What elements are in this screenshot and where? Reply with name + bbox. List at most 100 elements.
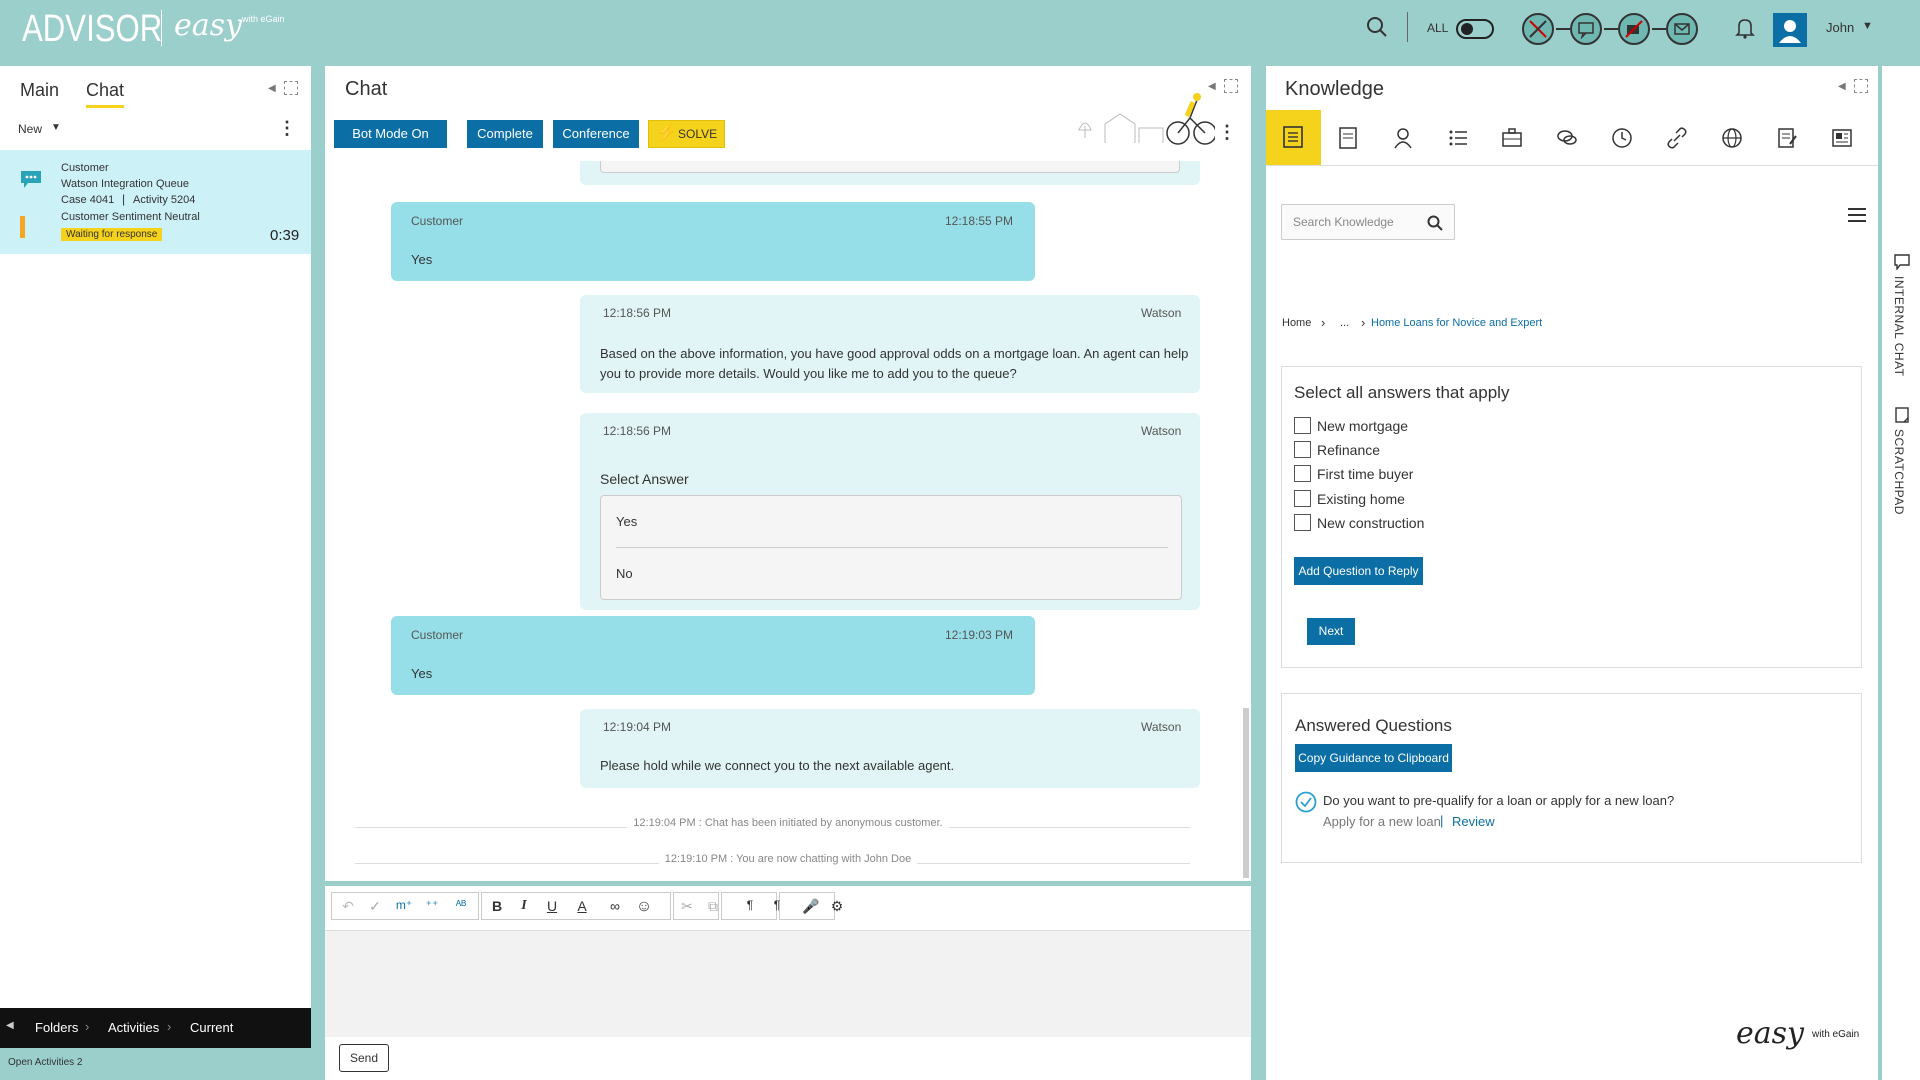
search-knowledge-input[interactable]: Search Knowledge xyxy=(1281,204,1455,240)
settings-icon[interactable]: ⚙ xyxy=(826,898,848,915)
message-sender: Customer xyxy=(411,628,464,642)
tab-notes-icon[interactable] xyxy=(1775,126,1799,150)
tab-person-icon[interactable] xyxy=(1391,126,1415,150)
expand-icon[interactable] xyxy=(1224,79,1238,93)
add-question-button[interactable]: Add Question to Reply xyxy=(1294,557,1423,585)
menu-icon[interactable] xyxy=(1848,208,1866,225)
breadcrumb-current[interactable]: Home Loans for Novice and Expert xyxy=(1371,317,1542,329)
chat-scrollbar[interactable] xyxy=(1243,708,1249,878)
tab-globe-icon[interactable] xyxy=(1720,126,1744,150)
checkbox-existing-home[interactable] xyxy=(1294,490,1311,507)
send-button[interactable]: Send xyxy=(339,1044,389,1072)
top-bar: ADVISOR easy with eGain ALL John ▼ xyxy=(0,0,1920,62)
review-link[interactable]: Review xyxy=(1452,814,1495,829)
answer-option-yes[interactable]: Yes xyxy=(616,514,637,529)
chat-transcript: Customer 12:18:55 PM Yes 12:18:56 PM Wat… xyxy=(325,161,1251,881)
tab-news-icon[interactable] xyxy=(1830,126,1854,150)
bold-icon[interactable]: B xyxy=(486,898,508,914)
tab-conversation-icon[interactable] xyxy=(1555,126,1579,150)
message-bubble xyxy=(580,161,1200,185)
tab-link-icon[interactable] xyxy=(1665,126,1689,150)
solve-button[interactable]: ⚡ SOLVE xyxy=(648,120,725,148)
answered-question-text: Do you want to pre-qualify for a loan or… xyxy=(1323,793,1675,808)
breadcrumb-home[interactable]: Home xyxy=(1282,317,1311,329)
copy-guidance-button[interactable]: Copy Guidance to Clipboard xyxy=(1295,744,1452,772)
conference-button[interactable]: Conference xyxy=(553,120,639,148)
search-icon[interactable] xyxy=(1366,16,1388,41)
filter-dropdown[interactable]: New xyxy=(18,122,42,136)
option-label: First time buyer xyxy=(1317,466,1414,482)
more-options-icon[interactable]: ⋮ xyxy=(1218,122,1236,143)
tab-briefcase-icon[interactable] xyxy=(1500,126,1524,150)
tab-chat[interactable]: Chat xyxy=(86,80,125,108)
undo-icon[interactable]: ↶ xyxy=(337,898,359,915)
nav-current[interactable]: Current xyxy=(190,1020,233,1035)
checkbox-new-construction[interactable] xyxy=(1294,514,1311,531)
clear-format-icon[interactable]: ✓ xyxy=(364,898,386,915)
checkbox-new-mortgage[interactable] xyxy=(1294,417,1311,434)
bell-icon[interactable] xyxy=(1735,17,1755,42)
side-tools-strip: INTERNAL CHAT SCRATCHPAD xyxy=(1882,66,1920,1080)
more-options-icon[interactable]: ⋮ xyxy=(278,118,296,139)
nav-separator-icon: › xyxy=(85,1019,90,1034)
email-channel-icon[interactable] xyxy=(1666,13,1698,45)
font-color-icon[interactable]: A xyxy=(571,898,593,914)
activity-item[interactable]: Customer Watson Integration Queue Case 4… xyxy=(0,150,311,254)
user-avatar-icon[interactable] xyxy=(1773,13,1807,47)
chevron-down-icon[interactable]: ▼ xyxy=(51,122,61,133)
collapse-left-icon[interactable]: ◀ xyxy=(268,83,276,94)
video-channel-icon[interactable] xyxy=(1618,13,1650,45)
chat-channel-icon[interactable] xyxy=(1570,13,1602,45)
bot-mode-button[interactable]: Bot Mode On xyxy=(334,120,447,148)
collapse-knowledge-icon[interactable]: ◀ xyxy=(1838,81,1846,92)
chat-panel: Chat Bot Mode On Complete Conference ⚡ S… xyxy=(325,66,1251,881)
tab-history-icon[interactable] xyxy=(1610,126,1634,150)
collapse-chat-icon[interactable]: ◀ xyxy=(1208,81,1216,92)
nav-folders[interactable]: Folders xyxy=(35,1020,78,1035)
tab-list-icon[interactable] xyxy=(1446,126,1470,150)
insert-macro-icon[interactable]: m⁺ xyxy=(393,898,415,912)
expand-icon[interactable] xyxy=(284,81,298,95)
tab-divider xyxy=(1266,165,1878,166)
nav-activities[interactable]: Activities xyxy=(108,1020,159,1035)
scratchpad-icon[interactable] xyxy=(1894,407,1910,426)
breadcrumb-ellipsis[interactable]: ... xyxy=(1340,317,1349,329)
solve-label: SOLVE xyxy=(678,127,718,141)
all-toggle[interactable] xyxy=(1456,19,1494,39)
internal-chat-icon[interactable] xyxy=(1894,254,1910,273)
italic-icon[interactable]: I xyxy=(513,898,535,914)
user-menu-chevron-icon[interactable]: ▼ xyxy=(1862,20,1873,32)
app-logo: ADVISOR xyxy=(22,8,163,50)
check-circle-icon xyxy=(1295,791,1317,816)
spellcheck-icon[interactable]: ᴬᴮ xyxy=(450,898,472,912)
next-button[interactable]: Next xyxy=(1307,618,1355,645)
checkbox-first-time-buyer[interactable] xyxy=(1294,465,1311,482)
emoji-icon[interactable]: ☺ xyxy=(633,898,655,916)
option-divider xyxy=(616,547,1168,548)
link-icon[interactable]: ∞ xyxy=(604,898,626,914)
scratchpad-tab[interactable]: SCRATCHPAD xyxy=(1892,429,1906,515)
tab-articles[interactable] xyxy=(1266,110,1321,165)
status-badge: Waiting for response xyxy=(61,228,163,241)
internal-chat-tab[interactable]: INTERNAL CHAT xyxy=(1892,276,1906,377)
nav-back-icon[interactable]: ◀ xyxy=(6,1020,14,1031)
underline-icon[interactable]: U xyxy=(541,898,563,914)
phone-channel-icon[interactable] xyxy=(1522,13,1554,45)
ltr-icon[interactable]: ¶ xyxy=(739,898,761,912)
cut-icon[interactable]: ✂ xyxy=(676,898,698,915)
copy-icon[interactable]: ⧉ xyxy=(702,898,724,915)
tab-document-icon[interactable] xyxy=(1336,126,1360,150)
rtl-icon[interactable]: ¶ xyxy=(766,898,788,912)
reply-text-area[interactable] xyxy=(325,931,1251,1037)
expand-icon[interactable] xyxy=(1854,79,1868,93)
insert-field-icon[interactable]: ⁺⁺ xyxy=(421,898,443,912)
complete-button[interactable]: Complete xyxy=(467,120,543,148)
user-name[interactable]: John xyxy=(1826,20,1854,35)
case-divider: | xyxy=(122,192,126,206)
microphone-icon[interactable]: 🎤 xyxy=(800,898,822,915)
message-sender: Watson xyxy=(1141,306,1182,320)
checkbox-refinance[interactable] xyxy=(1294,441,1311,458)
tab-main[interactable]: Main xyxy=(20,80,59,101)
answer-options-box: Yes No xyxy=(600,495,1182,600)
answer-option-no[interactable]: No xyxy=(616,566,633,581)
